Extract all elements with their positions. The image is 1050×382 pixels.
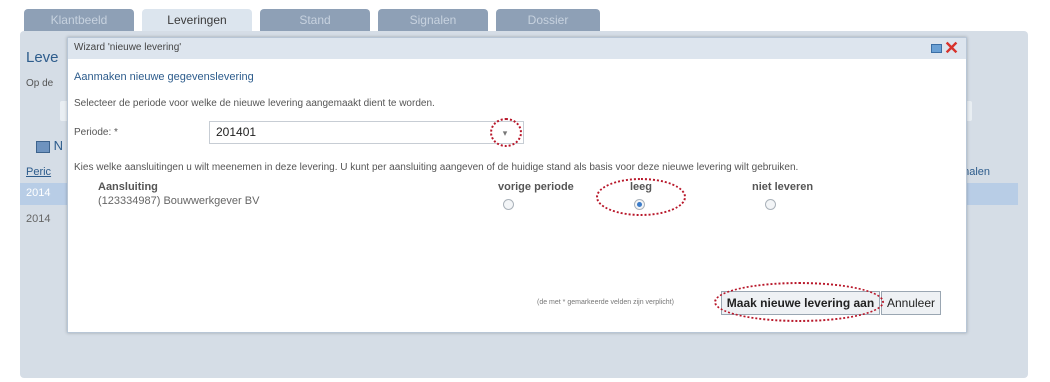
create-delivery-button[interactable]: Maak nieuwe levering aan xyxy=(721,291,880,315)
wizard-dialog: Wizard 'nieuwe levering' ✕ Aanmaken nieu… xyxy=(67,37,967,333)
minimize-icon[interactable] xyxy=(931,44,942,53)
aansluiting-name: (123334987) Bouwwerkgever BV xyxy=(98,195,260,207)
page-title: Leve xyxy=(26,49,59,66)
new-delivery-toolbar[interactable]: N xyxy=(36,138,63,153)
periode-select[interactable]: 201401 xyxy=(209,121,524,144)
column-header-aansluiting: Aansluiting xyxy=(98,181,158,193)
table-cell-periode: 2014 xyxy=(26,213,51,225)
aansluitingen-instruction: Kies welke aansluitingen u wilt meenemen… xyxy=(74,162,799,173)
dialog-header: Wizard 'nieuwe levering' ✕ xyxy=(68,38,966,59)
periode-value: 201401 xyxy=(216,125,257,139)
periode-label: Periode: * xyxy=(74,127,118,138)
required-fields-hint: (de met * gemarkeerde velden zijn verpli… xyxy=(537,299,674,306)
tab-stand[interactable]: Stand xyxy=(260,9,370,31)
dropdown-icon[interactable]: ▾ xyxy=(492,126,518,140)
cancel-button[interactable]: Annuleer xyxy=(881,291,941,315)
column-header-vorige-periode: vorige periode xyxy=(498,181,574,193)
toolbar-label: N xyxy=(53,138,64,153)
tab-signalen[interactable]: Signalen xyxy=(378,9,488,31)
section-title: Aanmaken nieuwe gegevenslevering xyxy=(74,71,254,83)
dialog-title: Wizard 'nieuwe levering' xyxy=(74,42,182,53)
table-cell-periode: 2014 xyxy=(26,187,51,199)
toolbar-icon xyxy=(36,140,50,153)
page-subtitle: Op de xyxy=(26,78,54,89)
instruction-text: Selecteer de periode voor welke de nieuw… xyxy=(74,98,435,109)
radio-niet-leveren[interactable] xyxy=(765,199,776,210)
tab-klantbeeld[interactable]: Klantbeeld xyxy=(24,9,134,31)
close-icon[interactable]: ✕ xyxy=(944,38,959,58)
radio-vorige-periode[interactable] xyxy=(503,199,514,210)
column-header-niet-leveren: niet leveren xyxy=(752,181,814,193)
tab-leveringen[interactable]: Leveringen xyxy=(142,9,252,31)
column-header-leeg: leeg xyxy=(630,181,653,193)
column-header-periode[interactable]: Peric xyxy=(26,166,51,178)
tab-dossier[interactable]: Dossier xyxy=(496,9,600,31)
radio-leeg[interactable] xyxy=(634,199,645,210)
